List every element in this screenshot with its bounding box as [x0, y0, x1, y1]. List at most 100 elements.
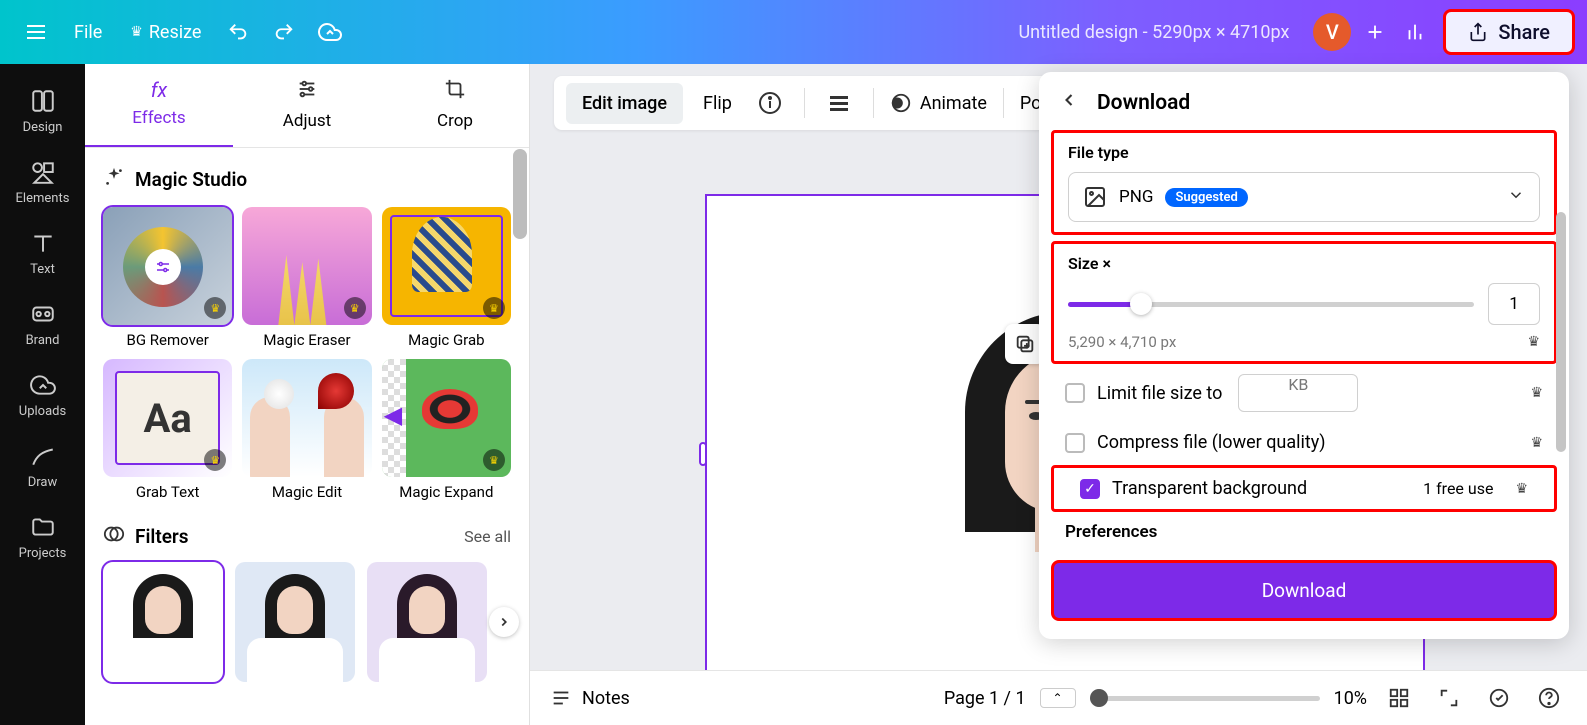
side-panel: fx Effects Adjust Crop Magic Studio: [85, 64, 530, 725]
notes-label: Notes: [582, 688, 630, 709]
animate-button[interactable]: Animate: [890, 92, 987, 114]
grid-view-button[interactable]: [1381, 687, 1417, 709]
tool-magic-grab[interactable]: ♛ Magic Grab: [382, 207, 511, 349]
hamburger-menu-icon[interactable]: [12, 20, 60, 44]
filter-option-2[interactable]: [367, 562, 487, 682]
transparent-bg-label: Transparent background: [1112, 478, 1307, 499]
design-title[interactable]: Untitled design - 5290px × 4710px: [1018, 22, 1289, 43]
animate-label: Animate: [920, 93, 987, 114]
tool-grab-text[interactable]: Aa ♛ Grab Text: [103, 359, 232, 501]
tool-label: Magic Grab: [382, 331, 511, 349]
tab-label: Effects: [132, 108, 185, 128]
tab-effects[interactable]: fx Effects: [85, 64, 233, 147]
slider-thumb[interactable]: [1130, 293, 1152, 315]
text-icon: [30, 230, 56, 256]
undo-button[interactable]: [215, 21, 261, 43]
tool-magic-expand[interactable]: ◀ ♛ Magic Expand: [382, 359, 511, 501]
share-button[interactable]: Share: [1443, 9, 1575, 55]
rail-projects[interactable]: Projects: [0, 502, 85, 573]
rail-elements[interactable]: Elements: [0, 147, 85, 218]
resize-button[interactable]: ♛ Resize: [116, 14, 215, 51]
help-button[interactable]: [1531, 687, 1567, 709]
size-dims-row: 5,290 × 4,710 px ♛: [1068, 333, 1540, 351]
crown-icon: ♛: [1527, 334, 1540, 350]
user-avatar[interactable]: V: [1313, 13, 1351, 51]
crown-icon: ♛: [483, 297, 505, 319]
tool-label: Grab Text: [103, 483, 232, 501]
download-scrollbar[interactable]: [1556, 212, 1566, 452]
back-button[interactable]: [1059, 90, 1079, 116]
share-icon: [1468, 22, 1488, 42]
filters-next-button[interactable]: [489, 607, 519, 637]
cloud-sync-icon[interactable]: [307, 20, 353, 44]
size-slider[interactable]: [1068, 302, 1474, 307]
pagination: Page 1 / 1 ⌃ 10%: [944, 687, 1567, 709]
tab-crop[interactable]: Crop: [381, 64, 529, 147]
resize-label: Resize: [149, 22, 202, 43]
tool-label: Magic Eraser: [242, 331, 371, 349]
file-menu[interactable]: File: [60, 14, 116, 51]
animate-icon: [890, 92, 912, 114]
dims-text: 5,290 × 4,710 px: [1068, 333, 1176, 351]
page-nav-button[interactable]: ⌃: [1040, 688, 1076, 708]
size-label: Size ×: [1068, 254, 1540, 273]
view-settings-button[interactable]: [1481, 687, 1517, 709]
adjust-icon: [233, 78, 381, 105]
filters-header: Filters See all: [103, 523, 511, 550]
file-type-section: File type PNG Suggested: [1051, 130, 1557, 235]
notes-button[interactable]: Notes: [550, 687, 630, 709]
align-button[interactable]: [821, 85, 857, 121]
info-button[interactable]: [752, 85, 788, 121]
side-scrollbar[interactable]: [513, 149, 527, 239]
tool-magic-eraser[interactable]: ♛ Magic Eraser: [242, 207, 371, 349]
resize-handle-left[interactable]: [699, 442, 707, 466]
zoom-thumb[interactable]: [1090, 689, 1108, 707]
divider: [1003, 88, 1004, 118]
rail-uploads[interactable]: Uploads: [0, 360, 85, 431]
compress-checkbox[interactable]: [1065, 433, 1085, 453]
design-icon: [30, 88, 56, 114]
tool-label: Magic Edit: [242, 483, 371, 501]
size-slider-row: 1: [1068, 283, 1540, 325]
crown-icon: ♛: [344, 297, 366, 319]
see-all-link[interactable]: See all: [464, 527, 511, 546]
size-value-input[interactable]: 1: [1488, 283, 1540, 325]
tool-bg-remover[interactable]: ♛ BG Remover: [103, 207, 232, 349]
tab-adjust[interactable]: Adjust: [233, 64, 381, 147]
transparent-bg-checkbox[interactable]: ✓: [1080, 479, 1100, 499]
rail-brand[interactable]: Brand: [0, 289, 85, 360]
rail-label: Projects: [19, 546, 67, 561]
download-title: Download: [1097, 91, 1190, 115]
edit-image-button[interactable]: Edit image: [566, 83, 683, 124]
tool-magic-edit[interactable]: Magic Edit: [242, 359, 371, 501]
redo-button[interactable]: [261, 21, 307, 43]
download-button[interactable]: Download: [1051, 560, 1557, 621]
effects-icon: fx: [85, 78, 233, 102]
magic-tools-grid: ♛ BG Remover ♛ Magic Eraser ♛ Magic Grab: [103, 207, 511, 501]
zoom-slider[interactable]: [1090, 696, 1320, 701]
filter-option-0[interactable]: [103, 562, 223, 682]
crown-icon: ♛: [204, 297, 226, 319]
flip-button[interactable]: Flip: [695, 85, 740, 122]
kb-input[interactable]: KB: [1238, 374, 1358, 412]
add-collaborator-button[interactable]: [1355, 12, 1395, 52]
tab-label: Crop: [437, 111, 473, 131]
file-type-select[interactable]: PNG Suggested: [1068, 172, 1540, 222]
side-content: Magic Studio ♛ BG Remover ♛ Magic Erase: [85, 148, 529, 719]
crown-icon: ♛: [1530, 435, 1543, 451]
rail-text[interactable]: Text: [0, 218, 85, 289]
notes-icon: [550, 687, 572, 709]
analytics-button[interactable]: [1395, 12, 1435, 52]
filter-option-1[interactable]: [235, 562, 355, 682]
file-type-value: PNG: [1119, 187, 1153, 207]
fullscreen-button[interactable]: [1431, 687, 1467, 709]
zoom-percent: 10%: [1334, 688, 1367, 709]
limit-filesize-checkbox[interactable]: [1065, 383, 1085, 403]
rail-design[interactable]: Design: [0, 76, 85, 147]
top-header: File ♛ Resize Untitled design - 5290px ×…: [0, 0, 1587, 64]
file-type-label: File type: [1068, 143, 1540, 162]
crop-icon: [381, 78, 529, 105]
rail-draw[interactable]: Draw: [0, 431, 85, 502]
download-panel: Download File type PNG Suggested Size × …: [1039, 72, 1569, 639]
sparkle-icon: [103, 166, 125, 193]
